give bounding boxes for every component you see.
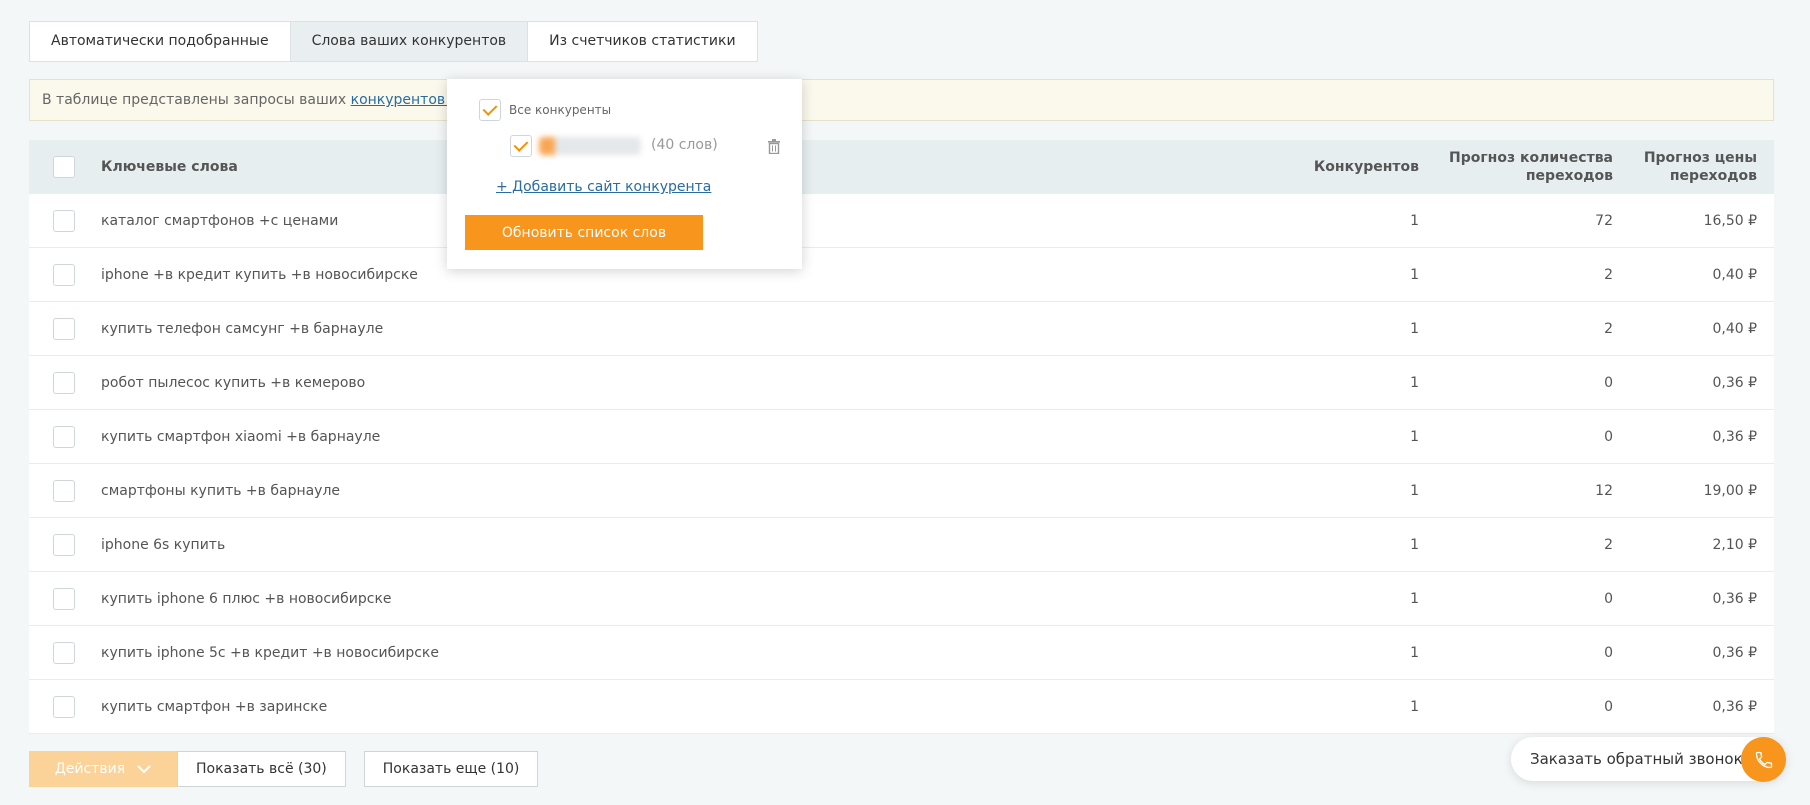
actions-label: Действия <box>54 761 126 777</box>
row-competitors: 1 <box>1410 591 1419 607</box>
row-forecast-clicks: 2 <box>1604 267 1613 283</box>
row-forecast-price: 2,10 ₽ <box>1712 537 1757 553</box>
row-keyword: каталог смартфонов +с ценами <box>101 213 339 229</box>
row-forecast-price: 0,36 ₽ <box>1712 429 1757 445</box>
phone-icon <box>1755 751 1772 768</box>
tab-stat-counters[interactable]: Из счетчиков статистики <box>528 22 756 61</box>
row-checkbox[interactable] <box>53 318 75 340</box>
row-checkbox[interactable] <box>53 372 75 394</box>
row-competitors: 1 <box>1410 699 1419 715</box>
all-competitors-checkbox[interactable] <box>479 99 501 121</box>
tab-competitor-words[interactable]: Слова ваших конкурентов <box>290 22 529 61</box>
row-checkbox[interactable] <box>53 642 75 664</box>
phone-button[interactable] <box>1741 737 1786 782</box>
header-competitors[interactable]: Конкурентов <box>1259 140 1419 194</box>
table-row: купить телефон самсунг +в барнауле 1 2 0,40… <box>29 302 1774 356</box>
row-competitors: 1 <box>1410 645 1419 661</box>
table-row: iphone 6s купить 1 2 2,10 ₽ <box>29 518 1774 572</box>
header-forecast-clicks[interactable]: Прогноз количества переходов <box>1433 149 1613 185</box>
competitor-site-blurred <box>539 137 641 155</box>
row-competitors: 1 <box>1410 429 1419 445</box>
row-forecast-price: 0,40 ₽ <box>1712 321 1757 337</box>
tabs-bar: Автоматически подобранные Слова ваших ко… <box>29 21 758 62</box>
row-forecast-price: 0,36 ₽ <box>1712 699 1757 715</box>
row-keyword: iphone +в кредит купить +в новосибирске <box>101 267 418 283</box>
row-forecast-price: 0,40 ₽ <box>1712 267 1757 283</box>
row-checkbox[interactable] <box>53 588 75 610</box>
competitor-word-count: (40 слов) <box>651 137 718 153</box>
row-forecast-price: 0,36 ₽ <box>1712 375 1757 391</box>
row-forecast-price: 0,36 ₽ <box>1712 645 1757 661</box>
table-footer: Действия Показать всё (30) Показать еще … <box>29 751 556 787</box>
info-banner: В таблице представлены запросы ваших кон… <box>29 79 1774 121</box>
keywords-table: Ключевые слова Конкурентов Прогноз колич… <box>29 140 1774 734</box>
all-competitors-label: Все конкуренты <box>509 103 612 117</box>
table-row: смартфоны купить +в барнауле 1 12 19,00 ₽ <box>29 464 1774 518</box>
trash-icon[interactable] <box>768 139 780 154</box>
row-forecast-clicks: 0 <box>1604 429 1613 445</box>
select-all-checkbox[interactable] <box>53 156 75 178</box>
row-competitors: 1 <box>1410 321 1419 337</box>
row-competitors: 1 <box>1410 213 1419 229</box>
row-forecast-clicks: 0 <box>1604 375 1613 391</box>
info-text: В таблице представлены запросы ваших <box>42 92 351 108</box>
table-body: каталог смартфонов +с ценами 1 72 16,50 ₽ ip… <box>29 194 1774 734</box>
header-keywords[interactable]: Ключевые слова <box>101 140 238 194</box>
show-more-button[interactable]: Показать еще (10) <box>363 751 539 787</box>
row-forecast-price: 16,50 ₽ <box>1703 213 1757 229</box>
add-competitor-link[interactable]: + Добавить сайт конкурента <box>496 179 711 195</box>
row-keyword: купить iphone 5c +в кредит +в новосибирс… <box>101 645 439 661</box>
row-checkbox[interactable] <box>53 534 75 556</box>
row-checkbox[interactable] <box>53 426 75 448</box>
actions-button[interactable]: Действия <box>29 751 177 787</box>
table-header: Ключевые слова Конкурентов Прогноз колич… <box>29 140 1774 194</box>
row-competitors: 1 <box>1410 267 1419 283</box>
show-all-button[interactable]: Показать всё (30) <box>177 751 346 787</box>
competitors-popup: Все конкуренты (40 слов) + Добавить сайт… <box>447 79 802 269</box>
row-checkbox[interactable] <box>53 210 75 232</box>
table-row: iphone +в кредит купить +в новосибирске 1… <box>29 248 1774 302</box>
row-checkbox[interactable] <box>53 696 75 718</box>
row-keyword: купить смартфон xiaomi +в барнауле <box>101 429 381 445</box>
row-keyword: купить телефон самсунг +в барнауле <box>101 321 384 337</box>
row-keyword: iphone 6s купить <box>101 537 226 553</box>
row-competitors: 1 <box>1410 375 1419 391</box>
chevron-down-icon <box>137 764 151 773</box>
table-row: купить смартфон xiaomi +в барнауле 1 0 0,36… <box>29 410 1774 464</box>
row-forecast-clicks: 0 <box>1604 645 1613 661</box>
table-row: купить iphone 6 плюс +в новосибирске 1 0 0,… <box>29 572 1774 626</box>
table-row: каталог смартфонов +с ценами 1 72 16,50 ₽ <box>29 194 1774 248</box>
table-row: робот пылесос купить +в кемерово 1 0 0,36 ₽ <box>29 356 1774 410</box>
row-forecast-clicks: 2 <box>1604 537 1613 553</box>
row-competitors: 1 <box>1410 483 1419 499</box>
row-forecast-clicks: 0 <box>1604 699 1613 715</box>
header-forecast-price[interactable]: Прогноз цены переходов <box>1627 149 1757 185</box>
row-forecast-clicks: 2 <box>1604 321 1613 337</box>
row-forecast-clicks: 12 <box>1595 483 1613 499</box>
row-forecast-price: 0,36 ₽ <box>1712 591 1757 607</box>
row-keyword: смартфоны купить +в барнауле <box>101 483 341 499</box>
row-keyword: купить iphone 6 плюс +в новосибирске <box>101 591 392 607</box>
table-row: купить iphone 5c +в кредит +в новосибирс… <box>29 626 1774 680</box>
row-forecast-clicks: 72 <box>1595 213 1613 229</box>
row-checkbox[interactable] <box>53 264 75 286</box>
competitor-checkbox[interactable] <box>510 135 532 157</box>
row-keyword: робот пылесос купить +в кемерово <box>101 375 366 391</box>
table-row: купить смартфон +в заринске 1 0 0,36 ₽ <box>29 680 1774 734</box>
row-forecast-clicks: 0 <box>1604 591 1613 607</box>
tab-auto-selected[interactable]: Автоматически подобранные <box>30 22 291 61</box>
row-competitors: 1 <box>1410 537 1419 553</box>
row-keyword: купить смартфон +в заринске <box>101 699 328 715</box>
row-forecast-price: 19,00 ₽ <box>1703 483 1757 499</box>
update-words-button[interactable]: Обновить список слов <box>465 215 703 250</box>
row-checkbox[interactable] <box>53 480 75 502</box>
